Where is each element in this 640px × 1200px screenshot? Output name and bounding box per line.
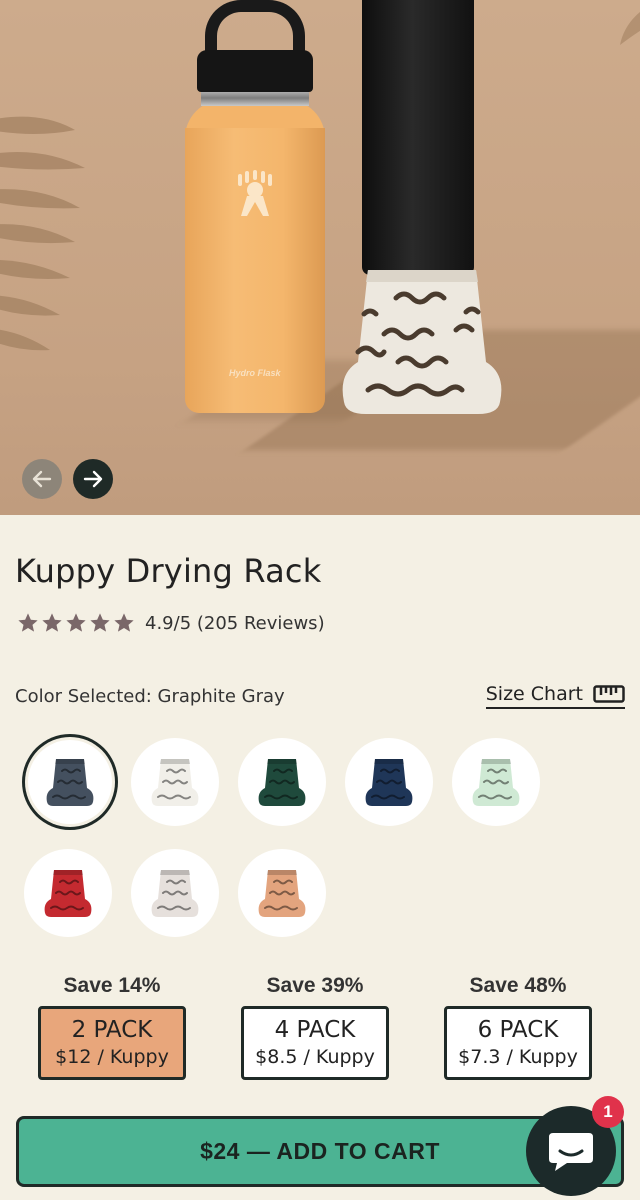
arrow-left-icon	[32, 470, 52, 488]
kuppy-swatch-icon	[365, 759, 413, 806]
size-chart-link[interactable]: Size Chart	[485, 683, 625, 709]
size-chart-label: Size Chart	[485, 683, 583, 705]
pack-savings-label: Save 14%	[63, 974, 161, 997]
color-swatch[interactable]	[131, 738, 219, 826]
rating-text: 4.9/5 (205 Reviews)	[145, 612, 325, 634]
star-icon	[114, 613, 134, 632]
black-tumbler-image	[362, 0, 474, 275]
color-swatch[interactable]	[238, 849, 326, 937]
color-swatch[interactable]	[345, 738, 433, 826]
pack-price: $12 / Kuppy	[55, 1046, 169, 1068]
color-swatch[interactable]	[238, 738, 326, 826]
color-swatch[interactable]	[131, 849, 219, 937]
star-icon	[42, 613, 62, 632]
bottle-ring	[201, 90, 309, 106]
product-title: Kuppy Drying Rack	[15, 552, 322, 590]
color-swatch[interactable]	[452, 738, 540, 826]
color-swatch[interactable]	[24, 849, 112, 937]
kuppy-swatch-icon	[258, 870, 306, 917]
pack-title: 6 PACK	[477, 1017, 559, 1043]
pack-title: 2 PACK	[71, 1017, 153, 1043]
star-icon	[90, 613, 110, 632]
star-icon	[18, 613, 38, 632]
pack-option-button[interactable]: 4 PACK $8.5 / Kuppy	[241, 1006, 389, 1080]
chat-notification-badge: 1	[592, 1096, 624, 1128]
pack-savings-label: Save 39%	[266, 974, 364, 997]
pack-price: $7.3 / Kuppy	[458, 1046, 578, 1068]
color-selected-label: Color Selected: Graphite Gray	[15, 686, 285, 707]
color-selected-prefix: Color Selected:	[15, 685, 152, 707]
color-swatch[interactable]	[28, 740, 112, 824]
arrow-right-icon	[83, 470, 103, 488]
kuppy-swatch-icon	[258, 759, 306, 806]
gallery-next-button[interactable]	[73, 459, 113, 499]
product-image-gallery: Hydro Flask	[0, 0, 640, 515]
kuppy-swatch-icon	[46, 759, 94, 806]
star-rating	[17, 612, 135, 634]
chat-bubble-icon	[549, 1133, 593, 1171]
color-selector-header: Color Selected: Graphite Gray Size Chart	[15, 683, 625, 709]
star-icon	[66, 613, 86, 632]
add-to-cart-label: $24 — ADD TO CART	[200, 1138, 440, 1164]
pack-price: $8.5 / Kuppy	[255, 1046, 375, 1068]
leaf-decoration-right	[620, 12, 640, 45]
bottle-cap	[197, 50, 313, 92]
bottle-logo-icon	[238, 170, 272, 216]
pack-option-button[interactable]: 6 PACK $7.3 / Kuppy	[444, 1006, 592, 1080]
water-bottle-image: Hydro Flask	[185, 0, 325, 415]
kuppy-swatch-icon	[472, 759, 520, 806]
kuppy-swatch-icon	[151, 759, 199, 806]
kuppy-swatch-icon	[44, 870, 92, 917]
pack-savings-label: Save 48%	[469, 974, 567, 997]
color-selected-value: Graphite Gray	[157, 685, 285, 707]
gallery-prev-button[interactable]	[22, 459, 62, 499]
bottle-brand-text: Hydro Flask	[229, 368, 281, 378]
ruler-icon	[593, 685, 625, 703]
product-rating[interactable]: 4.9/5 (205 Reviews)	[17, 612, 325, 634]
kuppy-rack-image	[342, 270, 502, 414]
pack-title: 4 PACK	[274, 1017, 356, 1043]
pack-option-button[interactable]: 2 PACK $12 / Kuppy	[38, 1006, 186, 1080]
palm-leaf-decoration	[0, 116, 85, 351]
kuppy-swatch-icon	[151, 870, 199, 917]
